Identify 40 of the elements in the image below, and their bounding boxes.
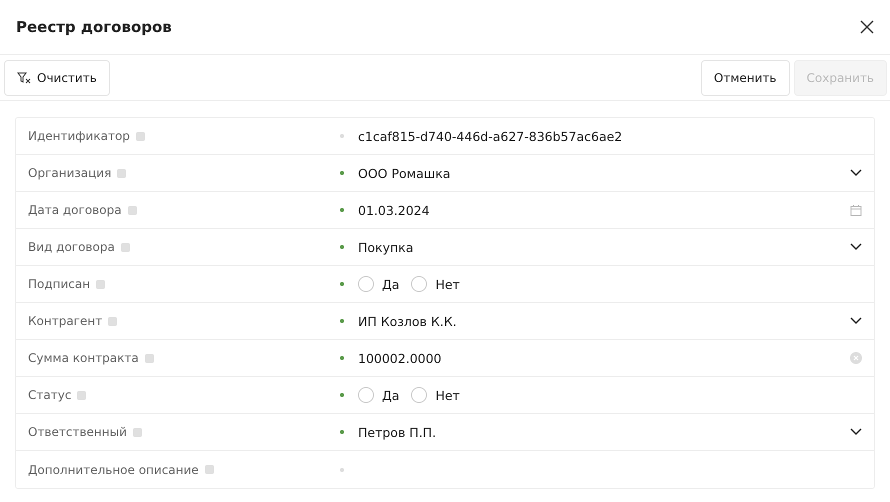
info-icon [136, 132, 145, 140]
field-label: Статус [28, 388, 72, 402]
field-label: Дата договора [28, 203, 122, 217]
chevron-down-icon[interactable] [850, 169, 862, 177]
info-icon [77, 390, 86, 400]
window-title: Реестр договоров [16, 18, 172, 36]
info-icon [96, 280, 106, 288]
chevron-down-icon[interactable] [850, 317, 862, 325]
field-value[interactable]: 100002.0000 [358, 350, 442, 366]
field-label: Сумма контракта [28, 351, 139, 365]
radio-option[interactable]: Нет [411, 276, 460, 292]
radio-option[interactable]: Да [358, 276, 400, 292]
close-icon[interactable] [860, 20, 874, 34]
field-value[interactable]: 01.03.2024 [358, 202, 430, 218]
field-label: Вид договора [28, 240, 115, 254]
info-icon [117, 168, 126, 178]
info-icon [132, 428, 142, 436]
radio-option[interactable]: Да [358, 387, 400, 403]
field-label: Ответственный [28, 425, 127, 439]
radio-option[interactable]: Нет [411, 387, 460, 403]
field-label: Подписан [28, 277, 90, 291]
field-label: Идентификатор [28, 129, 130, 143]
cancel-button[interactable]: Отменить [700, 60, 790, 96]
info-icon [120, 242, 130, 252]
field-value: c1caf815-d740-446d-a627-836b57ac6ae2 [358, 128, 622, 144]
field-value[interactable]: Петров П.П. [358, 424, 436, 440]
field-value[interactable]: ИП Козлов К.К. [358, 314, 457, 328]
chevron-down-icon[interactable] [850, 428, 862, 436]
filter-clear-icon [17, 72, 31, 84]
info-icon [204, 465, 214, 474]
info-icon [108, 316, 118, 326]
info-icon [128, 206, 137, 214]
field-label: Организация [28, 166, 112, 180]
clear-button[interactable]: Очистить [4, 60, 110, 96]
field-value[interactable]: ООО Ромашка [358, 166, 450, 180]
chevron-down-icon[interactable] [850, 243, 862, 251]
field-label: Дополнительное описание [28, 462, 199, 476]
info-icon [144, 354, 154, 362]
field-label: Контрагент [28, 314, 102, 328]
field-value[interactable]: Покупка [358, 240, 414, 254]
